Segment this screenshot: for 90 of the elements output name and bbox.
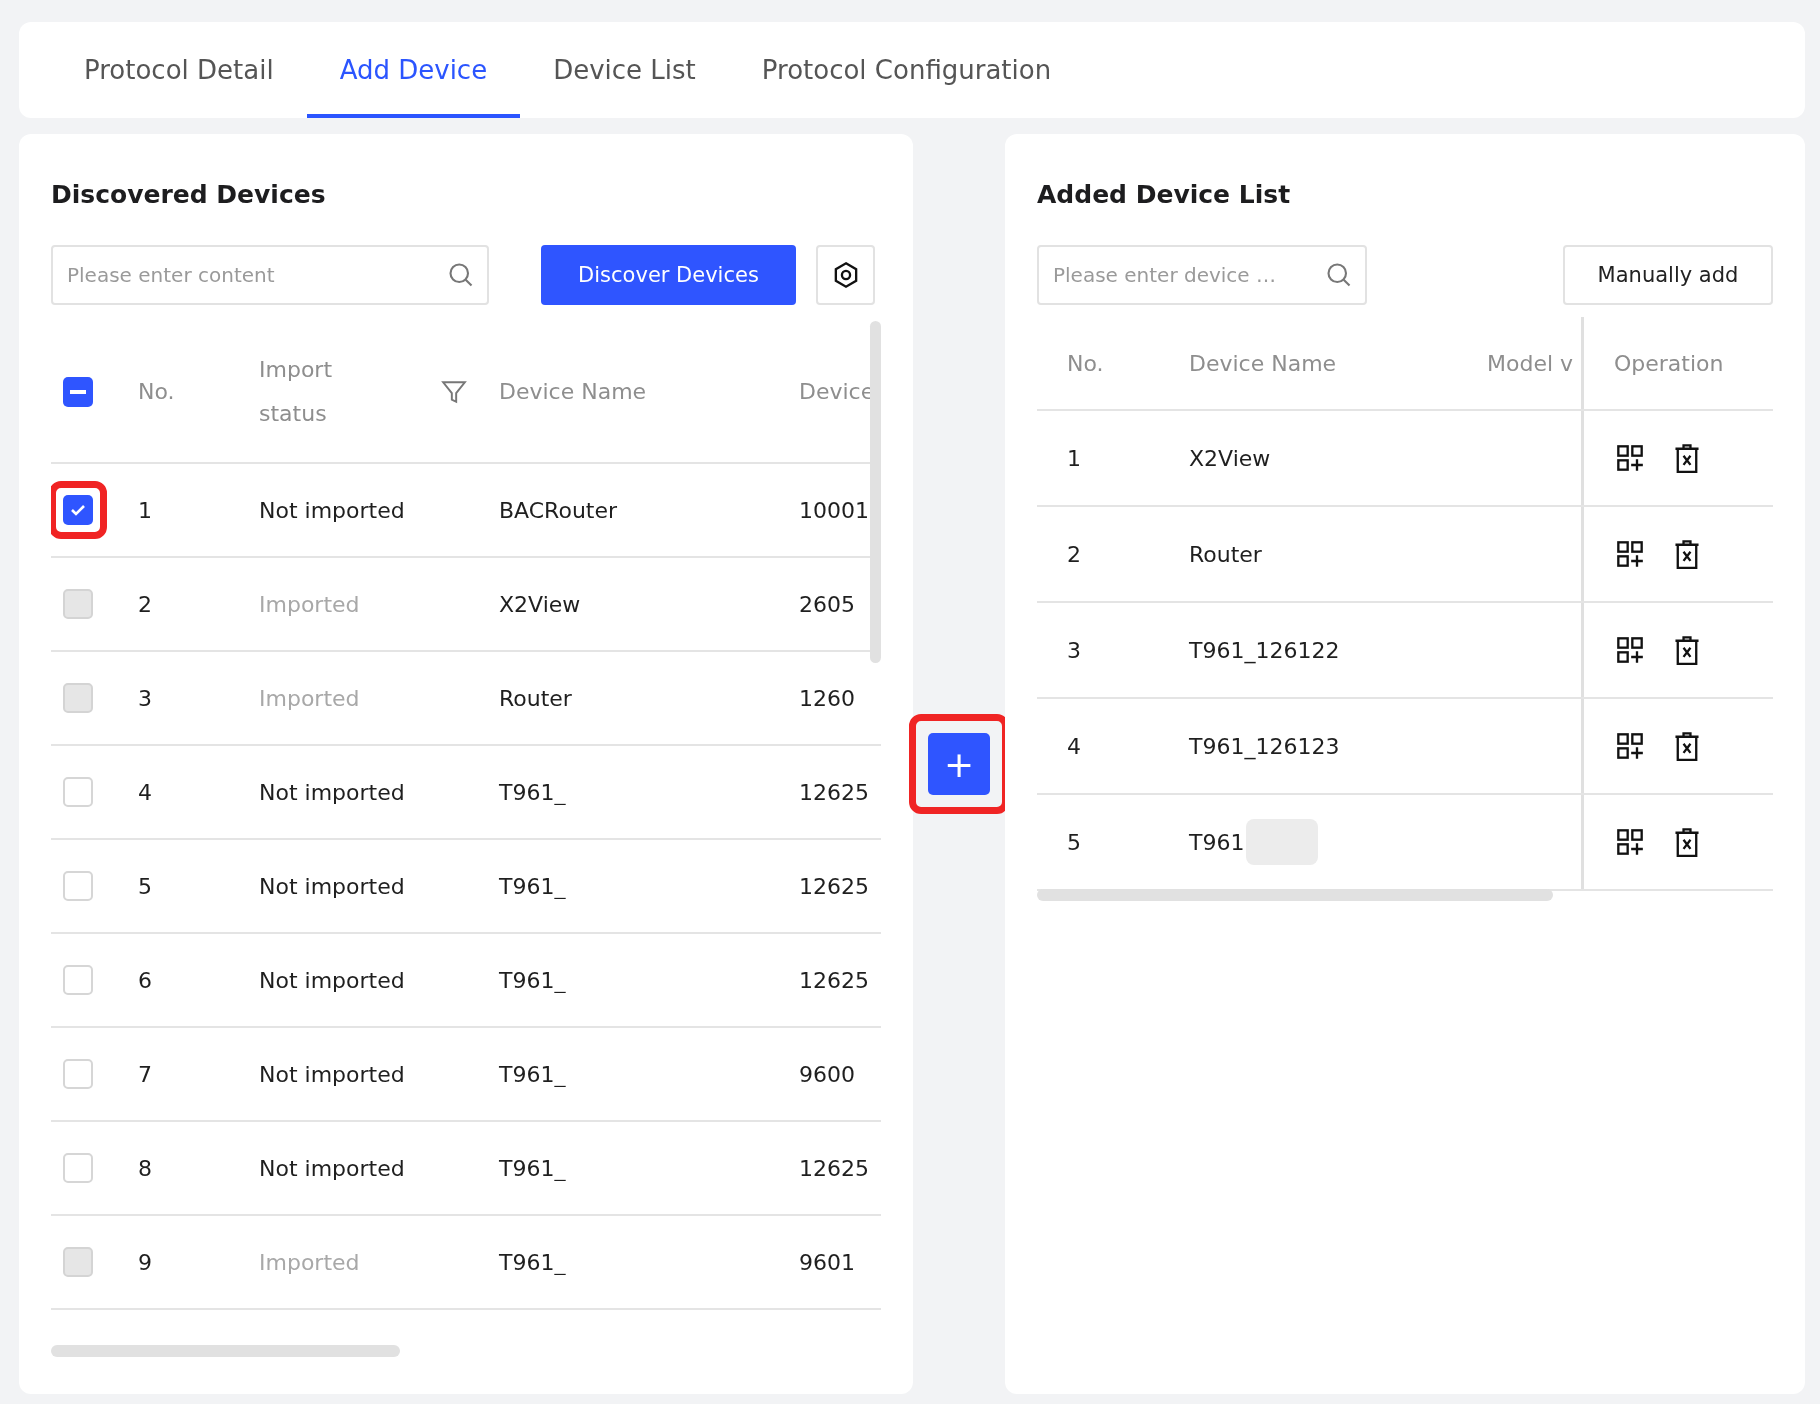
table-cell-text: 7 <box>137 1061 153 1087</box>
table-cell-text: Not imported <box>258 779 406 805</box>
table-cell-text: Not imported <box>258 967 406 993</box>
search-field[interactable]: Please enter device … <box>1037 245 1367 305</box>
grid-add-icon[interactable] <box>1616 540 1644 568</box>
table-cell-text: Not imported <box>258 1155 406 1181</box>
table-cell-text: BACRouter <box>498 497 619 523</box>
table-cell-text: X2View <box>498 591 582 617</box>
table-cell-text: 3 <box>1066 637 1082 663</box>
table-cell: X2View <box>1189 445 1271 471</box>
table-cell-text: 12625 <box>798 1155 870 1181</box>
column-header: Device Name <box>1188 350 1338 376</box>
table-cell-text: T961_ <box>498 873 567 899</box>
row-checkbox[interactable] <box>63 1153 93 1183</box>
tab[interactable]: Protocol Configuration <box>728 22 1085 118</box>
column-header: Device <box>798 379 876 404</box>
table-cell-text: T961_ <box>498 779 567 805</box>
tab[interactable]: Protocol Detail <box>51 22 307 118</box>
table-cell-text: 1 <box>1066 445 1082 471</box>
search-icon <box>447 261 475 289</box>
table-cell: T961 <box>1189 829 1245 855</box>
table-cell-text: Not imported <box>258 497 406 523</box>
table-cell-text: 1 <box>137 497 153 523</box>
table-cell-text: 1260 <box>798 685 856 711</box>
add-button[interactable]: + <box>928 733 990 795</box>
table-cell-text: Not imported <box>258 873 406 899</box>
table-cell-text: T961_ <box>498 967 567 993</box>
table-cell-text: Imported <box>258 685 361 711</box>
table-cell-text: 6 <box>137 967 153 993</box>
table-cell-text: 5 <box>137 873 153 899</box>
tab[interactable]: Add Device <box>306 22 521 118</box>
row-checkbox[interactable] <box>63 495 93 525</box>
delete-icon[interactable] <box>1674 635 1700 665</box>
table-cell-text: 12625 <box>798 779 870 805</box>
table-cell-text: 2605 <box>798 591 856 617</box>
delete-icon[interactable] <box>1674 731 1700 761</box>
settings-button[interactable] <box>816 245 875 305</box>
table-cell-text: 9600 <box>798 1061 856 1087</box>
filter-icon[interactable] <box>441 378 467 405</box>
manually-add-button[interactable]: Manually add <box>1563 245 1773 305</box>
scrollbar[interactable] <box>1037 889 1553 901</box>
column-header: No. <box>1066 350 1105 376</box>
table-cell-text: Imported <box>258 591 361 617</box>
row-checkbox[interactable] <box>63 965 93 995</box>
table-cell-text: Router <box>498 685 573 711</box>
table-cell-text: 9601 <box>798 1249 856 1275</box>
table-cell-text: 12625 <box>798 873 870 899</box>
table-cell: T961_126122 <box>1189 637 1340 663</box>
table-cell-text: T961_ <box>498 1155 567 1181</box>
row-checkbox[interactable] <box>63 1059 93 1089</box>
table-cell-text: 4 <box>1066 733 1082 759</box>
table-cell-text: Not imported <box>258 1061 406 1087</box>
table-cell-text: T961_ <box>498 1249 567 1275</box>
table-cell: Router <box>1189 541 1262 567</box>
table-cell-text: 3 <box>137 685 153 711</box>
column-header: No. <box>137 379 176 404</box>
minus-icon <box>70 389 86 394</box>
panel-title: Discovered Devices <box>51 180 327 209</box>
table-cell-text: 12625 <box>798 967 870 993</box>
table-cell: T961_126123 <box>1189 733 1340 759</box>
table-cell-text: 10001 <box>798 497 870 523</box>
delete-icon[interactable] <box>1674 443 1700 473</box>
scrollbar[interactable] <box>870 321 881 663</box>
column-header: Operation <box>1581 317 1773 409</box>
table-cell-text: Imported <box>258 1249 361 1275</box>
grid-add-icon[interactable] <box>1616 828 1644 856</box>
column-header: Model v <box>1486 350 1575 376</box>
grid-add-icon[interactable] <box>1616 444 1644 472</box>
row-checkbox[interactable] <box>63 871 93 901</box>
scrollbar[interactable] <box>51 1345 400 1357</box>
tab[interactable]: Device List <box>520 22 729 118</box>
column-header: Import status <box>258 355 333 428</box>
search-icon <box>1325 261 1353 289</box>
grid-add-icon[interactable] <box>1616 732 1644 760</box>
table-cell-text: 9 <box>137 1249 153 1275</box>
search-field[interactable]: Please enter content <box>51 245 489 305</box>
panel-title: Added Device List <box>1037 180 1292 209</box>
discover-button[interactable]: Discover Devices <box>541 245 796 305</box>
table-cell-text: 2 <box>1066 541 1082 567</box>
grid-add-icon[interactable] <box>1616 636 1644 664</box>
table-cell-text: 5 <box>1066 829 1082 855</box>
table-cell-text: 4 <box>137 779 153 805</box>
row-checkbox[interactable] <box>63 777 93 807</box>
table-cell-text: 2 <box>137 591 153 617</box>
delete-icon[interactable] <box>1674 827 1700 857</box>
delete-icon[interactable] <box>1674 539 1700 569</box>
column-header: Device Name <box>498 379 648 404</box>
select-all-checkbox[interactable] <box>63 376 93 407</box>
table-cell-text: T961_ <box>498 1061 567 1087</box>
table-cell-text: 8 <box>137 1155 153 1181</box>
